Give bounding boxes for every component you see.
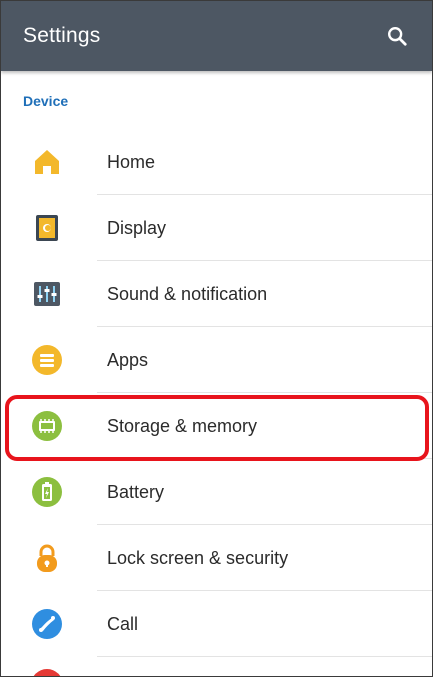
settings-item-label: Sound & notification (107, 283, 268, 304)
page-title: Settings (23, 24, 101, 47)
display-icon (36, 215, 58, 241)
settings-item-label: Battery (107, 481, 165, 502)
lock-icon (37, 544, 57, 572)
settings-item-label: Call (107, 613, 139, 634)
app-bar: Settings (1, 1, 432, 71)
settings-item-call[interactable]: Call (1, 591, 432, 657)
settings-list: Home Display Sound & notification Apps S… (1, 129, 432, 657)
settings-item-label: Apps (107, 349, 149, 370)
settings-item-apps[interactable]: Apps (1, 327, 432, 393)
section-header-device: Device (23, 93, 69, 109)
settings-item-battery[interactable]: Battery (1, 459, 432, 525)
settings-item-display[interactable]: Display (1, 195, 432, 261)
settings-item-label: Storage & memory (107, 415, 258, 436)
search-icon (388, 27, 407, 46)
settings-item-label: Lock screen & security (107, 547, 289, 568)
settings-item-lock-screen-security[interactable]: Lock screen & security (1, 525, 432, 591)
settings-item-sound-notification[interactable]: Sound & notification (1, 261, 432, 327)
settings-screen: Settings Device Home Display Sound & not… (0, 0, 433, 677)
home-icon (35, 150, 59, 174)
partial-item-icon (31, 669, 63, 676)
divider (97, 656, 432, 657)
storage-icon (32, 411, 62, 441)
sound-icon (34, 282, 60, 306)
settings-item-storage-memory[interactable]: Storage & memory (1, 393, 432, 459)
search-button[interactable] (376, 15, 418, 57)
settings-item-label: Display (107, 217, 167, 238)
battery-icon (32, 477, 62, 507)
settings-item-label: Home (107, 151, 156, 172)
apps-icon (32, 345, 62, 375)
call-icon (32, 609, 62, 639)
settings-item-home[interactable]: Home (1, 129, 432, 195)
